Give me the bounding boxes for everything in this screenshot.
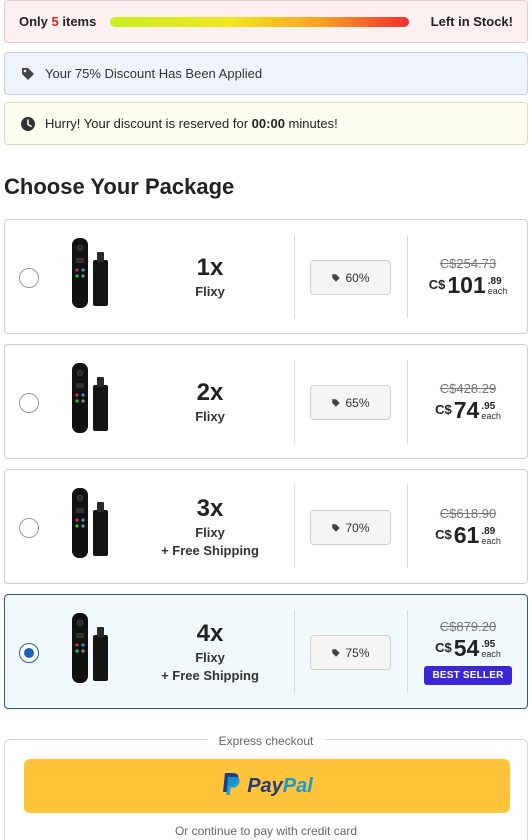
express-checkout: Express checkout PayPal Or continue to p… xyxy=(4,734,528,840)
product-image xyxy=(67,486,113,560)
credit-card-divider-label: Or continue to pay with credit card xyxy=(164,824,368,838)
price-whole: 54 xyxy=(453,634,480,661)
section-title: Choose Your Package xyxy=(4,174,235,199)
tag-icon xyxy=(332,398,341,407)
paypal-text-pal: Pal xyxy=(282,774,313,797)
discount-percent: 75% xyxy=(345,645,370,660)
shipping-note: + Free Shipping xyxy=(161,542,259,558)
price-cents: .95 xyxy=(481,638,496,650)
old-price: C$254.73 xyxy=(439,256,497,271)
current-price: C$ 101.89 each xyxy=(429,274,508,297)
old-price: C$618.90 xyxy=(439,506,497,521)
discount-percent-badge: 70% xyxy=(310,510,391,545)
tag-icon xyxy=(19,65,37,83)
discount-percent: 70% xyxy=(345,520,370,535)
paypal-logo-icon xyxy=(221,772,241,801)
tag-icon xyxy=(332,273,341,282)
package-info: 3x Flixy + Free Shipping xyxy=(125,470,295,583)
paypal-wordmark: PayPal xyxy=(247,775,313,798)
clock-icon xyxy=(19,115,37,133)
package-radio[interactable] xyxy=(19,518,39,538)
price-whole: 101 xyxy=(447,272,486,298)
reserve-text: Hurry! Your discount is reserved for 00:… xyxy=(45,116,338,131)
old-price: C$879.20 xyxy=(439,618,497,634)
divider xyxy=(294,610,295,693)
package-radio[interactable] xyxy=(19,268,39,288)
package-card[interactable]: 3x Flixy + Free Shipping 70% C$618.90 C$ 61.89… xyxy=(4,469,528,584)
package-info: 1x Flixy xyxy=(125,220,295,333)
package-quantity: 2x xyxy=(196,378,224,406)
package-radio[interactable] xyxy=(19,643,39,663)
reserve-timer: 00:00 xyxy=(251,116,285,131)
discount-banner: Your 75% Discount Has Been Applied xyxy=(4,52,528,95)
package-quantity: 3x xyxy=(196,494,224,522)
price-block: C$879.20 C$ 54.95 each BEST SELLER xyxy=(408,595,528,708)
current-price: C$ 74.95 each xyxy=(435,399,501,422)
package-info: 2x Flixy xyxy=(125,345,295,458)
price-each: each xyxy=(481,411,501,421)
product-image xyxy=(67,361,113,435)
reserve-banner: Hurry! Your discount is reserved for 00:… xyxy=(4,102,528,145)
stock-right-label: Left in Stock! xyxy=(430,14,513,29)
shipping-note: + Free Shipping xyxy=(161,667,259,683)
discount-percent: 65% xyxy=(345,395,370,410)
stock-count: 5 xyxy=(51,14,59,29)
price-each: each xyxy=(487,286,508,296)
price-currency: C$ xyxy=(435,527,452,542)
package-quantity: 1x xyxy=(196,253,224,281)
express-checkout-label: Express checkout xyxy=(206,734,326,748)
product-name: Flixy xyxy=(195,408,225,424)
package-card[interactable]: 2x Flixy 65% C$428.29 C$ 74.95 each xyxy=(4,344,528,459)
best-seller-badge: BEST SELLER xyxy=(424,665,512,685)
price-currency: C$ xyxy=(428,277,446,292)
discount-percent: 60% xyxy=(345,270,370,285)
divider xyxy=(294,235,295,318)
price-whole: 74 xyxy=(453,397,480,423)
price-currency: C$ xyxy=(435,402,452,417)
product-name: Flixy xyxy=(195,283,225,299)
discount-percent-badge: 75% xyxy=(310,635,391,670)
package-radio[interactable] xyxy=(19,393,39,413)
discount-text: Your 75% Discount Has Been Applied xyxy=(45,66,263,81)
tag-icon xyxy=(332,523,341,532)
product-name: Flixy xyxy=(195,649,225,665)
package-card[interactable]: 1x Flixy 60% C$254.73 C$ 101.89 each xyxy=(4,219,528,334)
paypal-text-pay: Pay xyxy=(247,774,283,797)
discount-percent-badge: 60% xyxy=(310,260,391,295)
reserve-before: Hurry! Your discount is reserved for xyxy=(45,116,249,131)
price-whole: 61 xyxy=(453,522,480,548)
price-block: C$618.90 C$ 61.89 each xyxy=(408,470,528,583)
stock-progress-bar xyxy=(110,16,409,27)
price-each: each xyxy=(481,648,501,659)
current-price: C$ 54.95 each xyxy=(435,634,501,661)
product-name: Flixy xyxy=(195,524,225,540)
product-image xyxy=(67,236,113,310)
stock-prefix: Only xyxy=(19,14,48,29)
price-block: C$254.73 C$ 101.89 each xyxy=(408,220,528,333)
reserve-after: minutes! xyxy=(288,116,338,131)
current-price: C$ 61.89 each xyxy=(435,524,501,547)
package-card[interactable]: 4x Flixy + Free Shipping 75% C$879.20 C$ 54.95… xyxy=(4,594,528,709)
stock-suffix: items xyxy=(62,14,97,29)
price-block: C$428.29 C$ 74.95 each xyxy=(408,345,528,458)
price-each: each xyxy=(481,536,501,546)
divider xyxy=(294,485,295,568)
stock-banner: Only 5 items Left in Stock! xyxy=(4,0,528,43)
paypal-button[interactable]: PayPal xyxy=(24,759,510,813)
product-image xyxy=(67,611,113,685)
divider xyxy=(294,360,295,443)
tag-icon xyxy=(332,648,341,657)
price-currency: C$ xyxy=(435,639,452,655)
discount-percent-badge: 65% xyxy=(310,385,391,420)
package-info: 4x Flixy + Free Shipping xyxy=(125,595,295,708)
old-price: C$428.29 xyxy=(439,381,497,396)
package-quantity: 4x xyxy=(196,619,224,647)
